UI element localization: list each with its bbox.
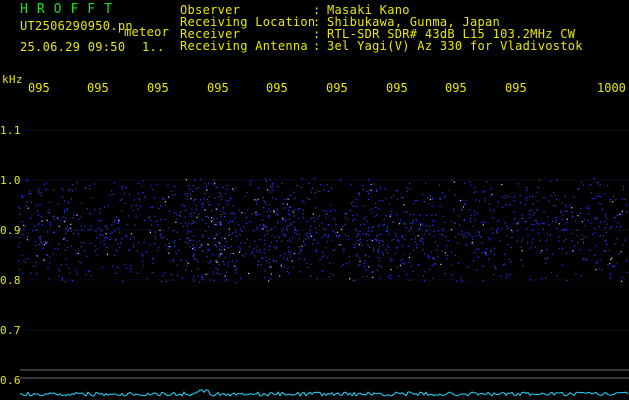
x-tick: 095 [207, 81, 229, 95]
x-tick: 095 [147, 81, 169, 95]
bottom-trace [19, 389, 629, 397]
x-tick: 095 [87, 81, 109, 95]
y-tick: 0.8 [0, 274, 21, 287]
y-tick: 1.0 [0, 174, 21, 187]
y-tick: 0.6 [0, 374, 21, 387]
grid-lines [20, 129, 629, 381]
spectrogram [18, 129, 629, 397]
y-tick: 0.7 [0, 324, 21, 337]
x-tick: 095 [326, 81, 348, 95]
signal-band [18, 178, 628, 284]
x-tick: 095 [266, 81, 288, 95]
y-tick: 1.1 [0, 124, 21, 137]
x-tick: 095 [445, 81, 467, 95]
x-tick: 095 [386, 81, 408, 95]
x-tick: 095 [505, 81, 527, 95]
unit-label: kHz [2, 73, 23, 86]
reference-lines [20, 369, 629, 379]
y-tick: 0.9 [0, 224, 21, 237]
x-tick: 1000 [597, 81, 626, 95]
x-tick: 095 [28, 81, 50, 95]
